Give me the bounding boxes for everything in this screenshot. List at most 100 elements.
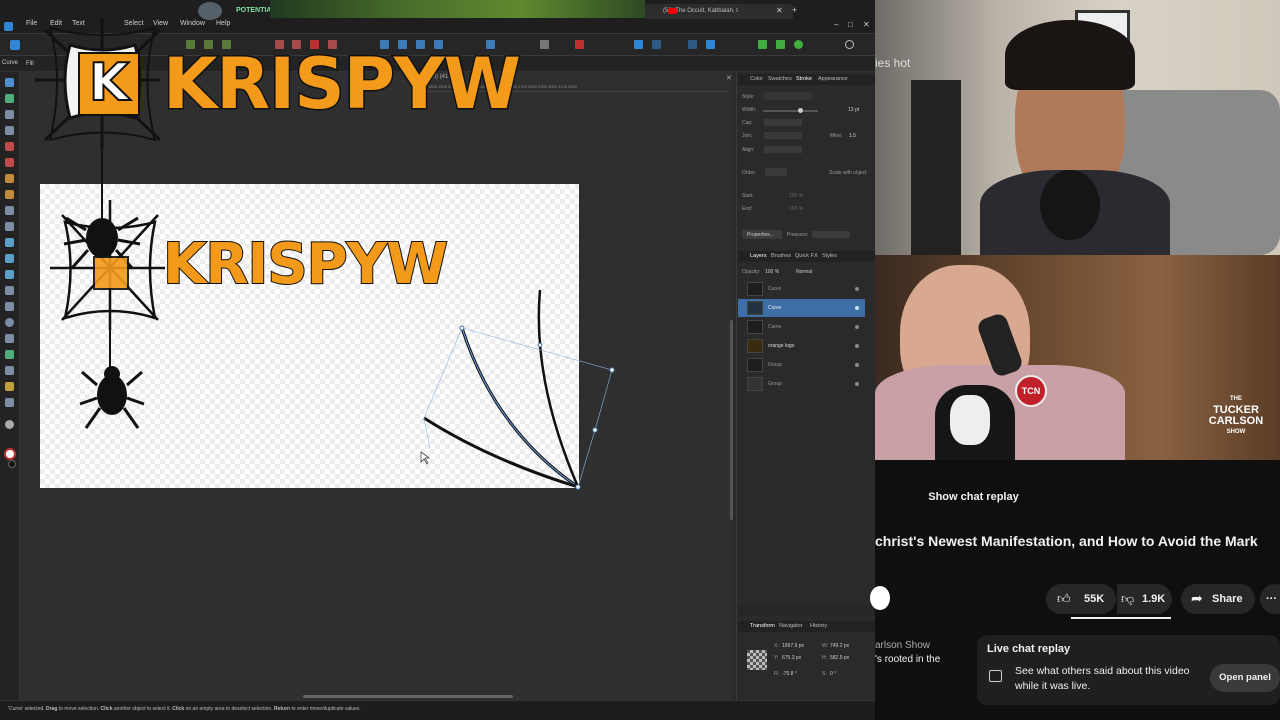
blend-mode-select[interactable]: Normal bbox=[796, 269, 812, 275]
width-label: Width: bbox=[742, 107, 757, 113]
width-value[interactable]: 13 pt bbox=[848, 107, 859, 113]
order-label: Order: bbox=[742, 170, 757, 176]
style-label: Style: bbox=[742, 94, 755, 100]
tab-stroke[interactable]: Stroke bbox=[796, 76, 812, 82]
x-field[interactable]: 1997.9 px bbox=[782, 643, 804, 649]
dislike-count: 1.9K bbox=[1142, 593, 1166, 605]
pressure-graph[interactable] bbox=[812, 231, 850, 238]
insert-top-icon[interactable] bbox=[794, 40, 803, 49]
layer-thumbnail bbox=[747, 320, 763, 334]
close-window-icon[interactable]: ✕ bbox=[863, 20, 870, 29]
tab-appearance[interactable]: Appearance bbox=[818, 76, 848, 82]
layer-name: Group bbox=[768, 362, 782, 368]
style-buttons[interactable] bbox=[763, 92, 813, 100]
tab-color[interactable]: Color bbox=[750, 76, 763, 82]
mitre-value[interactable]: 1.5 bbox=[849, 133, 856, 139]
end-label: End: bbox=[742, 206, 753, 212]
tab-swatches[interactable]: Swatches bbox=[768, 76, 792, 82]
opacity-label: Opacity: bbox=[742, 269, 761, 275]
scale-with-object-label[interactable]: Scale with object bbox=[829, 170, 867, 176]
logo-k-badge-small bbox=[93, 256, 129, 290]
order-buttons[interactable] bbox=[765, 168, 787, 176]
align-buttons[interactable] bbox=[764, 146, 802, 153]
tab-brushes[interactable]: Brushes bbox=[771, 253, 791, 259]
maximize-icon[interactable]: □ bbox=[848, 20, 853, 29]
layer-name: Group bbox=[768, 381, 782, 387]
cap-label: Cap: bbox=[742, 120, 753, 126]
width-slider[interactable] bbox=[763, 110, 818, 112]
spider-bottom-graphic bbox=[79, 366, 145, 429]
video-title: christ's Newest Manifestation, and How t… bbox=[875, 533, 1258, 549]
layer-name: orange logo bbox=[768, 343, 795, 349]
channel-name: arlson Show bbox=[875, 640, 931, 651]
horizontal-scrollbar[interactable] bbox=[303, 695, 513, 698]
x-label: X: bbox=[774, 643, 779, 649]
anchor-point-icon[interactable] bbox=[747, 650, 767, 670]
width-slider-knob[interactable] bbox=[798, 108, 803, 113]
tab-navigator[interactable]: Navigator bbox=[779, 623, 803, 629]
live-chat-title: Live chat replay bbox=[987, 643, 1071, 655]
layer-thumbnail bbox=[747, 358, 763, 372]
start-pct[interactable]: 100 % bbox=[789, 193, 803, 199]
layer-thumbnail bbox=[747, 339, 763, 353]
w-label: W: bbox=[822, 643, 829, 649]
tab-history[interactable]: History bbox=[810, 623, 827, 629]
align-label: Align: bbox=[742, 147, 755, 153]
visibility-icon[interactable] bbox=[855, 287, 859, 291]
layers-footer-buttons[interactable] bbox=[738, 606, 875, 616]
mouse-cursor-icon bbox=[420, 451, 430, 465]
krispy-logo-overlay: KRISPYW bbox=[162, 43, 523, 126]
s-field[interactable]: 0 ° bbox=[830, 671, 836, 677]
r-label: R: bbox=[774, 671, 779, 677]
visibility-icon[interactable] bbox=[855, 363, 859, 367]
layer-thumbnail bbox=[747, 301, 763, 315]
description-card[interactable]: arlson Show 's rooted in the bbox=[875, 640, 940, 665]
insert-behind-icon[interactable] bbox=[776, 40, 785, 49]
partial-page-title: ies hot bbox=[875, 56, 911, 70]
end-pct[interactable]: 100 % bbox=[789, 206, 803, 212]
minimize-icon[interactable]: – bbox=[834, 20, 838, 29]
visibility-icon[interactable] bbox=[855, 325, 859, 329]
y-field[interactable]: 675.3 px bbox=[782, 655, 801, 661]
account-icon[interactable] bbox=[845, 40, 854, 49]
tab-layers[interactable]: Layers bbox=[750, 253, 767, 259]
h-label: H: bbox=[822, 655, 827, 661]
properties-button-label: Properties... bbox=[747, 232, 774, 238]
s-label: S: bbox=[822, 671, 827, 677]
insert-inside-icon[interactable] bbox=[758, 40, 767, 49]
h-field[interactable]: 582.5 px bbox=[830, 655, 849, 661]
new-tab-icon[interactable]: + bbox=[792, 5, 797, 15]
tab-quickfx[interactable]: Quick FX bbox=[795, 253, 818, 259]
tab-styles[interactable]: Styles bbox=[822, 253, 837, 259]
layer-thumbnail bbox=[747, 282, 763, 296]
status-text: 'Curve' selected. Drag to move selection… bbox=[8, 706, 361, 712]
join-buttons[interactable] bbox=[764, 132, 802, 139]
visibility-icon[interactable] bbox=[855, 344, 859, 348]
open-panel-button[interactable]: Open panel bbox=[1210, 664, 1280, 692]
layer-name: Curve bbox=[768, 324, 782, 330]
properties-button[interactable]: Properties... bbox=[742, 230, 782, 239]
join-label: Join: bbox=[742, 133, 753, 139]
channel-avatar[interactable] bbox=[870, 586, 890, 610]
visibility-icon[interactable] bbox=[855, 306, 859, 310]
pressure-label: Pressure: bbox=[787, 232, 809, 238]
tab-close-icon[interactable]: ✕ bbox=[776, 6, 783, 15]
cap-buttons[interactable] bbox=[764, 119, 802, 126]
r-field[interactable]: -75.8 ° bbox=[782, 671, 797, 677]
curve-handles bbox=[459, 325, 615, 490]
opacity-value[interactable]: 100 % bbox=[765, 269, 779, 275]
vertical-scrollbar[interactable] bbox=[730, 320, 733, 520]
chat-icon bbox=[989, 670, 1002, 682]
krispy-logo-artboard: KRISPYW bbox=[162, 231, 449, 298]
tcn-logo: TCN bbox=[1015, 375, 1047, 407]
live-chat-description: See what others said about this video wh… bbox=[1015, 665, 1190, 692]
mitre-label: Mitre: bbox=[830, 133, 843, 139]
share-label: Share bbox=[1212, 593, 1243, 605]
thumbs-down-icon: 👎︎ bbox=[1121, 591, 1135, 606]
like-ratio-bar bbox=[1071, 617, 1171, 619]
visibility-icon[interactable] bbox=[855, 382, 859, 386]
tab-transform[interactable]: Transform bbox=[750, 623, 775, 629]
tucker-carlson-show-logo: THE TUCKER CARLSON SHOW bbox=[1208, 396, 1264, 435]
show-chat-replay-button[interactable]: Show chat replay bbox=[875, 482, 1072, 512]
w-field[interactable]: 749.2 px bbox=[830, 643, 849, 649]
